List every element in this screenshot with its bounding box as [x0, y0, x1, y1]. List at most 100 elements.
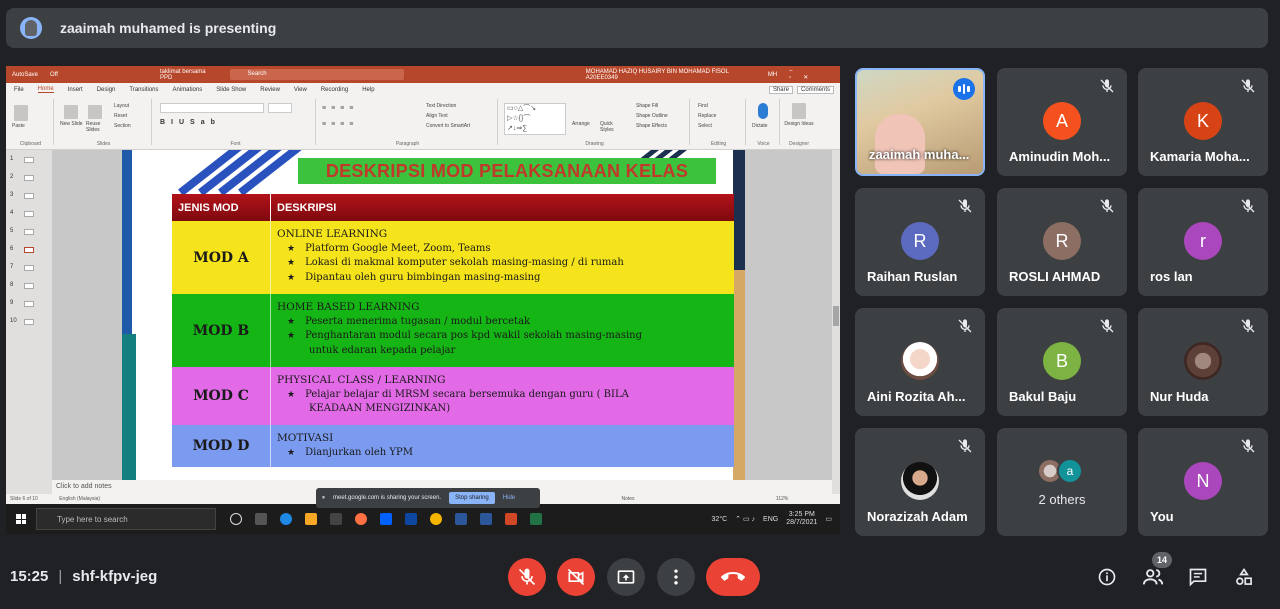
leave-call-button[interactable] [706, 558, 760, 596]
mod-label: MOD C [172, 367, 271, 425]
participant-name: Kamaria Moha... [1150, 149, 1250, 164]
table-row: MOD A ONLINE LEARNING Platform Google Me… [172, 221, 734, 294]
mod-description: PHYSICAL CLASS / LEARNING Pelajar belaja… [271, 367, 734, 425]
meeting-time: 15:25 [10, 568, 49, 585]
participant-tile-others[interactable]: a 2 others [997, 428, 1127, 536]
ribbon-group-font: BIUSab Font [156, 99, 316, 147]
sharing-notice-text: meet.google.com is sharing your screen. [333, 495, 442, 501]
mic-toggle-button[interactable] [508, 558, 546, 596]
mic-off-icon [518, 568, 536, 586]
participant-avatar: N [1184, 462, 1222, 500]
mic-off-icon [1241, 199, 1255, 213]
ribbon-section-label: Section [114, 123, 131, 129]
ppt-window-buttons: –▫✕ [789, 68, 821, 81]
notification-icon: ▭ [825, 516, 832, 523]
ppt-menu-item: Home [37, 86, 54, 93]
meeting-info: 15:25 | shf-kfpv-jeg [10, 568, 157, 585]
present-button[interactable] [607, 558, 645, 596]
participant-tile[interactable]: B Bakul Baju [997, 308, 1127, 416]
participant-tile-presenter[interactable]: zaaimah muha... [855, 68, 985, 176]
mod-bullet-continuation: untuk edaran kepada pelajar [309, 344, 456, 356]
ribbon-reset-label: Reset [114, 113, 128, 119]
windows-start-icon [16, 514, 26, 524]
people-count-badge: 14 [1152, 552, 1172, 568]
participant-photo-avatar [901, 462, 939, 500]
mic-off-icon [1241, 79, 1255, 93]
participant-avatar: R [901, 222, 939, 260]
ribbon-group-label: Paragraph [395, 141, 420, 147]
mod-description: HOME BASED LEARNING Peserta menerima tug… [271, 294, 734, 367]
sharing-notice: ⏸ meet.google.com is sharing your screen… [316, 488, 540, 508]
participant-name: Aini Rozita Ah... [867, 389, 966, 404]
participant-name: ros lan [1150, 269, 1193, 284]
participant-name: You [1150, 509, 1174, 524]
participant-tile[interactable]: Nur Huda [1138, 308, 1268, 416]
ribbon-dictate: Dictate [752, 123, 768, 129]
participant-avatar: r [1184, 222, 1222, 260]
participant-tile-self[interactable]: N You [1138, 428, 1268, 536]
mod-label: MOD B [172, 294, 271, 367]
ppt-menu-item: Help [362, 86, 375, 93]
ribbon-select: Select [698, 123, 712, 129]
slide-table: JENIS MOD DESKRIPSI MOD A ONLINE LEARNIN… [172, 194, 734, 467]
ribbon-layout-label: Layout [114, 103, 130, 109]
presenter-video-person [875, 114, 925, 174]
ppt-menu-item: Insert [67, 86, 83, 93]
camera-toggle-button[interactable] [557, 558, 595, 596]
ppt-menu-item: Review [260, 86, 280, 93]
participant-tile[interactable]: R ROSLI AHMAD [997, 188, 1127, 296]
slide-thumbnail: 7 [10, 264, 34, 271]
participant-tile[interactable]: r ros lan [1138, 188, 1268, 296]
participant-tile[interactable]: R Raihan Ruslan [855, 188, 985, 296]
ribbon-group-label: Voice [757, 141, 770, 147]
pause-icon: ⏸ [322, 494, 326, 501]
people-button[interactable] [1142, 566, 1164, 588]
participant-tile[interactable]: K Kamaria Moha... [1138, 68, 1268, 176]
ppt-language: English (Malaysia) [59, 496, 101, 502]
participant-name: Aminudin Moh... [1009, 149, 1111, 164]
table-row: MOD D MOTIVASI Dianjurkan oleh YPM [172, 425, 734, 467]
shared-screen[interactable]: AutoSave Off taklimat bersama PPD Search… [6, 66, 840, 534]
mod-bullet: Peserta menerima tugasan / modul berceta… [277, 315, 728, 330]
ribbon-design-ideas: Design Ideas [784, 121, 814, 127]
slide-decor-bar [733, 270, 745, 480]
ribbon-group-drawing: ▭○△⌒↘ ▷☆{}⌒ ↗↓⇒∑ Arrange Quick Styles Shap… [500, 99, 690, 147]
ribbon-group-editing: Find Replace Select Editing [692, 99, 746, 147]
activities-button[interactable] [1233, 566, 1255, 588]
ribbon-group-label: Clipboard [19, 141, 42, 147]
ppt-menu-item: File [14, 86, 24, 93]
slide-thumbnail: 6 [10, 246, 34, 253]
mic-off-icon [1241, 319, 1255, 333]
slide-decor-bar [122, 334, 136, 480]
ribbon-group-slides: New Slide Reuse Slides Layout Reset Sect… [56, 99, 152, 147]
slide-thumbnail: 4 [10, 210, 34, 217]
participant-avatar: B [1043, 342, 1081, 380]
more-options-button[interactable] [657, 558, 695, 596]
participant-tile[interactable]: Norazizah Adam [855, 428, 985, 536]
mic-off-icon [958, 439, 972, 453]
participant-tile[interactable]: Aini Rozita Ah... [855, 308, 985, 416]
camera-off-icon [567, 568, 585, 586]
participant-avatar: A [1043, 102, 1081, 140]
slide-decor-stripes [178, 150, 314, 200]
ppt-menu-item: Transitions [129, 86, 159, 93]
meeting-details-button[interactable] [1096, 566, 1118, 588]
presenter-avatar [20, 17, 42, 39]
activities-icon [1236, 567, 1252, 585]
participant-tile[interactable]: A Aminudin Moh... [997, 68, 1127, 176]
meeting-code: shf-kfpv-jeg [72, 568, 158, 585]
table-header-cell: JENIS MOD [172, 194, 271, 221]
speaking-indicator-icon [953, 78, 975, 100]
ppt-menu-item: Slide Show [216, 86, 247, 93]
ppt-menu-item: View [293, 86, 307, 93]
ribbon-group-paragraph: ≡≡≡≡ ≡≡≡≡ Text Direction Align Text Conv… [318, 99, 498, 147]
mod-description: MOTIVASI Dianjurkan oleh YPM [271, 425, 734, 467]
ppt-menu-item: Animations [172, 86, 203, 93]
taskbar-apps [230, 513, 542, 525]
ppt-menu-item: Recording [320, 86, 349, 93]
slide-thumbnail: 5 [10, 228, 34, 235]
ribbon-arrange: Arrange [572, 121, 590, 127]
tray-icons: ⌃ ▭ ♪ [735, 516, 756, 523]
mod-label: MOD A [172, 221, 271, 294]
chat-button[interactable] [1187, 566, 1209, 588]
